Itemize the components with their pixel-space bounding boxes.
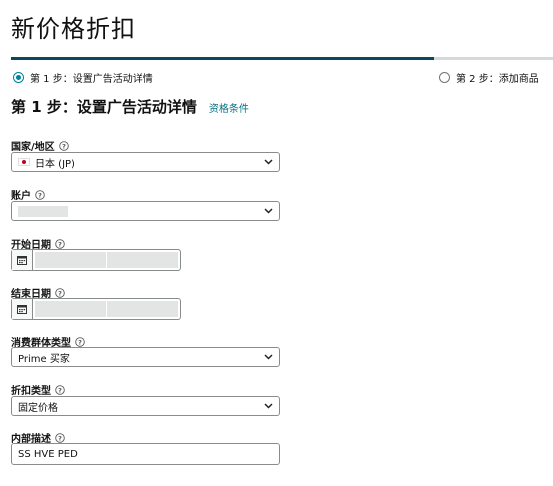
country-label: 国家/地区 ?	[11, 138, 69, 153]
account-select[interactable]	[11, 201, 280, 221]
calendar-button[interactable]	[12, 250, 33, 270]
svg-text:?: ?	[78, 338, 82, 346]
eligibility-link[interactable]: 资格条件	[209, 100, 249, 115]
step-2-label: 第 2 步：添加商品	[456, 74, 539, 85]
chevron-down-icon	[264, 208, 273, 214]
help-icon[interactable]: ?	[55, 384, 65, 395]
svg-text:?: ?	[62, 142, 66, 150]
progress-fill	[11, 57, 434, 60]
step-1-label: 第 1 步：设置广告活动详情	[30, 74, 153, 85]
calendar-icon	[17, 256, 27, 265]
start-date-picker[interactable]	[11, 249, 181, 271]
chevron-down-icon	[264, 354, 273, 360]
svg-text:?: ?	[58, 386, 62, 394]
end-time-input[interactable]	[107, 301, 178, 317]
account-label: 账户 ?	[11, 187, 45, 202]
internal-desc-input[interactable]: SS HVE PED	[11, 443, 280, 465]
internal-desc-value: SS HVE PED	[18, 448, 78, 460]
discount-type-label-text: 折扣类型	[11, 386, 51, 397]
section-heading: 第 1 步：设置广告活动详情 资格条件	[11, 96, 249, 117]
help-icon[interactable]: ?	[55, 432, 65, 443]
section-title: 第 1 步：设置广告活动详情	[11, 98, 197, 116]
help-icon[interactable]: ?	[55, 238, 65, 249]
svg-text:?: ?	[38, 191, 42, 199]
start-time-input[interactable]	[107, 252, 178, 268]
help-icon[interactable]: ?	[55, 287, 65, 298]
discount-type-value: 固定价格	[18, 402, 58, 414]
country-label-text: 国家/地区	[11, 142, 55, 153]
discount-type-select[interactable]: 固定价格	[11, 396, 280, 416]
svg-text:?: ?	[58, 240, 62, 248]
step-1-radio[interactable]	[13, 72, 24, 83]
chevron-down-icon	[264, 403, 273, 409]
calendar-button[interactable]	[12, 299, 33, 319]
end-date-input[interactable]	[35, 301, 106, 317]
calendar-icon	[17, 305, 27, 314]
step-1[interactable]: 第 1 步：设置广告活动详情	[13, 70, 153, 85]
help-icon[interactable]: ?	[58, 140, 69, 151]
discount-type-label: 折扣类型 ?	[11, 382, 65, 397]
step-2-radio[interactable]	[439, 72, 450, 83]
customer-type-value: Prime 买家	[18, 353, 70, 365]
svg-text:?: ?	[58, 289, 62, 297]
help-icon[interactable]: ?	[35, 189, 45, 200]
step-2[interactable]: 第 2 步：添加商品	[439, 70, 539, 85]
customer-type-select[interactable]: Prime 买家	[11, 347, 280, 367]
svg-text:?: ?	[58, 434, 62, 442]
end-date-picker[interactable]	[11, 298, 181, 320]
progress-track	[11, 57, 553, 60]
help-icon[interactable]: ?	[75, 336, 85, 347]
redacted-account	[18, 205, 68, 217]
country-value: 日本 (JP)	[35, 158, 75, 170]
japan-flag-icon	[18, 158, 30, 166]
country-select[interactable]: 日本 (JP)	[11, 152, 280, 172]
page-title: 新价格折扣	[11, 15, 136, 43]
account-label-text: 账户	[11, 191, 31, 202]
chevron-down-icon	[264, 159, 273, 165]
start-date-input[interactable]	[35, 252, 106, 268]
